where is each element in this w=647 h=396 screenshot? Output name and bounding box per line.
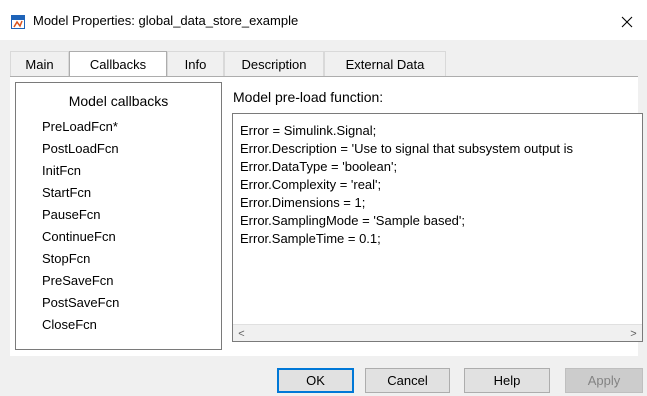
callback-item-initfcn[interactable]: InitFcn <box>42 163 81 178</box>
callback-item-presavefcn[interactable]: PreSaveFcn <box>42 273 114 288</box>
code-line: Error.SampleTime = 0.1; <box>240 231 381 246</box>
callback-item-closefcn[interactable]: CloseFcn <box>42 317 97 332</box>
callback-item-preloadfcn[interactable]: PreLoadFcn* <box>42 119 118 134</box>
callback-item-pausefcn[interactable]: PauseFcn <box>42 207 101 222</box>
code-line: Error.DataType = 'boolean'; <box>240 159 398 174</box>
apply-button[interactable]: Apply <box>565 368 643 393</box>
horizontal-scrollbar[interactable]: < > <box>233 324 642 341</box>
callbacks-panel: Model callbacks PreLoadFcn* PostLoadFcn … <box>10 76 643 356</box>
model-callbacks-header: Model callbacks <box>68 93 169 109</box>
ok-button[interactable]: OK <box>277 368 354 393</box>
tab-bar: Main Callbacks Info Description External… <box>10 51 630 76</box>
code-line: Error = Simulink.Signal; <box>240 123 377 138</box>
scroll-right-icon[interactable]: > <box>625 325 642 341</box>
cancel-button[interactable]: Cancel <box>365 368 450 393</box>
scroll-left-icon[interactable]: < <box>233 325 250 341</box>
help-button[interactable]: Help <box>464 368 550 393</box>
tab-info[interactable]: Info <box>167 51 224 76</box>
code-line: Error.Dimensions = 1; <box>240 195 366 210</box>
window-title: Model Properties: global_data_store_exam… <box>33 13 299 28</box>
tab-description[interactable]: Description <box>224 51 324 76</box>
callback-item-postsavefcn[interactable]: PostSaveFcn <box>42 295 119 310</box>
title-bar: Model Properties: global_data_store_exam… <box>0 0 647 40</box>
tab-main[interactable]: Main <box>10 51 69 76</box>
close-icon <box>621 16 633 28</box>
close-button[interactable] <box>612 8 642 36</box>
function-code-editor[interactable]: Error = Simulink.Signal; Error.Descripti… <box>232 113 643 342</box>
function-editor-label: Model pre-load function: <box>233 89 384 105</box>
callback-item-stopfcn[interactable]: StopFcn <box>42 251 90 266</box>
model-callbacks-list[interactable]: Model callbacks PreLoadFcn* PostLoadFcn … <box>15 82 222 350</box>
callback-item-startfcn[interactable]: StartFcn <box>42 185 91 200</box>
code-line: Error.Description = 'Use to signal that … <box>240 141 574 156</box>
scrollbar-track[interactable] <box>250 325 625 341</box>
code-line: Error.Complexity = 'real'; <box>240 177 382 192</box>
tab-external-data[interactable]: External Data <box>324 51 446 76</box>
simulink-model-icon <box>11 15 25 29</box>
tab-callbacks[interactable]: Callbacks <box>69 51 167 76</box>
callback-item-continuefcn[interactable]: ContinueFcn <box>42 229 116 244</box>
callback-item-postloadfcn[interactable]: PostLoadFcn <box>42 141 119 156</box>
code-line: Error.SamplingMode = 'Sample based'; <box>240 213 465 228</box>
